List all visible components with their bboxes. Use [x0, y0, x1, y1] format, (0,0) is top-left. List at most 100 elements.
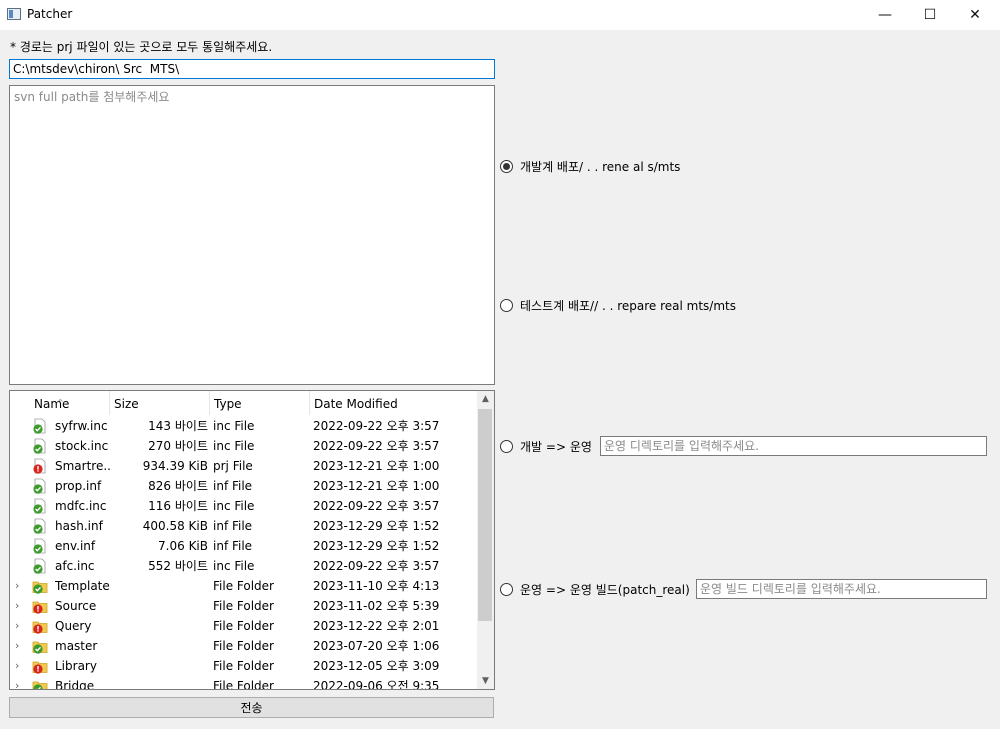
file-size: 116 바이트 [148, 499, 208, 513]
expand-chevron-icon[interactable]: › [15, 576, 25, 596]
file-ok-icon [32, 518, 48, 534]
svn-path-textarea[interactable] [9, 85, 495, 385]
file-row[interactable]: mdfc.inc 116 바이트 inc File 2022-09-22 오후 3:5… [10, 496, 478, 516]
column-size[interactable]: Size [110, 391, 210, 415]
file-date-modified: 2023-11-02 오후 5:39 [313, 599, 440, 613]
dev-to-ops-radio[interactable] [500, 440, 513, 453]
close-icon: ✕ [969, 7, 981, 23]
file-type: inc File [213, 439, 255, 453]
folder-row[interactable]: › master File Folder 2023-07-20 오후 1:06 [10, 636, 478, 656]
file-type: inc File [213, 499, 255, 513]
file-date-modified: 2023-12-22 오후 2:01 [313, 619, 440, 633]
expand-chevron-icon[interactable]: › [15, 616, 25, 636]
file-name: Smartre... [55, 459, 111, 473]
file-row[interactable]: afc.inc 552 바이트 inc File 2022-09-22 오후 3:57 [10, 556, 478, 576]
window-title: Patcher [27, 7, 73, 21]
scroll-up-icon[interactable]: ▲ [477, 391, 494, 407]
file-ok-icon [32, 498, 48, 514]
folder-row[interactable]: › Template File Folder 2023-11-10 오후 4:13 [10, 576, 478, 596]
option-ops-to-build[interactable]: 운영 => 운영 빌드(patch_real) [500, 581, 690, 598]
file-type: inf File [213, 539, 253, 553]
file-row[interactable]: prop.inf 826 바이트 inf File 2023-12-21 오후 1:0… [10, 476, 478, 496]
minimize-icon: — [878, 7, 892, 23]
column-date-modified[interactable]: Date Modified [310, 391, 478, 415]
file-date-modified: 2022-09-22 오후 3:57 [313, 559, 440, 573]
folder-row[interactable]: › Query File Folder 2023-12-22 오후 2:01 [10, 616, 478, 636]
column-type-label: Type [214, 397, 242, 411]
column-type[interactable]: Type [210, 391, 310, 415]
folder-row[interactable]: › Bridge File Folder 2022-09-06 오전 9:35 [10, 676, 478, 690]
prj-path-input[interactable] [9, 59, 495, 79]
expand-chevron-icon[interactable]: › [15, 676, 25, 689]
maximize-button[interactable]: ☐ [907, 0, 953, 30]
folder-ok-icon [32, 578, 48, 594]
file-size: 270 바이트 [148, 439, 208, 453]
column-name-label: Name [34, 397, 70, 411]
expand-chevron-icon[interactable]: › [15, 636, 25, 656]
file-name: Query [55, 619, 92, 633]
file-ok-icon [32, 418, 48, 434]
file-name: Source [55, 599, 97, 613]
ops-to-build-label: 운영 => 운영 빌드(patch_real) [520, 583, 690, 597]
file-type: prj File [213, 459, 253, 473]
file-list[interactable]: ^ Name Size Type Date Modified syfrw.inc… [9, 390, 495, 690]
file-type: File Folder [213, 679, 274, 690]
file-row[interactable]: stock.inc 270 바이트 inc File 2022-09-22 오후 3:… [10, 436, 478, 456]
path-hint: * 경로는 prj 파일이 있는 곳으로 모두 통일해주세요. [10, 40, 273, 54]
file-name: master [55, 639, 98, 653]
dev-deploy-radio[interactable] [500, 160, 513, 173]
ops-directory-input[interactable] [600, 436, 987, 456]
file-date-modified: 2023-12-29 오후 1:52 [313, 539, 440, 553]
column-size-label: Size [114, 397, 139, 411]
test-deploy-radio[interactable] [500, 299, 513, 312]
send-button[interactable]: 전송 [9, 697, 494, 718]
file-date-modified: 2023-12-21 오후 1:00 [313, 479, 440, 493]
file-row[interactable]: Smartre... 934.39 KiB prj File 2023-12-21 오… [10, 456, 478, 476]
option-dev-to-ops[interactable]: 개발 => 운영 [500, 438, 592, 455]
option-test-deploy[interactable]: 테스트계 배포// . . repare real mts/mts [500, 297, 736, 314]
maximize-icon: ☐ [923, 7, 937, 23]
folder-row[interactable]: › Source File Folder 2023-11-02 오후 5:39 [10, 596, 478, 616]
expand-chevron-icon[interactable]: › [15, 596, 25, 616]
file-date-modified: 2022-09-22 오후 3:57 [313, 439, 440, 453]
file-type: inf File [213, 519, 253, 533]
file-size: 400.58 KiB [142, 519, 208, 533]
close-button[interactable]: ✕ [952, 0, 998, 30]
file-name: afc.inc [55, 559, 95, 573]
file-row[interactable]: env.inf 7.06 KiB inf File 2023-12-29 오후 1:5… [10, 536, 478, 556]
file-size: 934.39 KiB [142, 459, 208, 473]
sort-ascending-icon: ^ [57, 398, 64, 407]
file-size: 552 바이트 [148, 559, 208, 573]
scroll-down-icon[interactable]: ▼ [477, 673, 494, 689]
folder-row[interactable]: › Library File Folder 2023-12-05 오후 3:09 [10, 656, 478, 676]
folder-ok-icon [32, 678, 48, 689]
file-date-modified: 2023-07-20 오후 1:06 [313, 639, 440, 653]
file-row[interactable]: hash.inf 400.58 KiB inf File 2023-12-29 오후 … [10, 516, 478, 536]
file-type: inc File [213, 419, 255, 433]
vertical-scrollbar[interactable]: ▲ ▼ [477, 391, 494, 689]
file-size: 826 바이트 [148, 479, 208, 493]
expand-chevron-icon[interactable]: › [15, 656, 25, 676]
ops-to-build-radio[interactable] [500, 583, 513, 596]
file-date-modified: 2023-12-29 오후 1:52 [313, 519, 440, 533]
file-date-modified: 2023-12-21 오후 1:00 [313, 459, 440, 473]
column-date-label: Date Modified [314, 397, 398, 411]
file-date-modified: 2022-09-06 오전 9:35 [313, 679, 440, 690]
file-date-modified: 2022-09-22 오후 3:57 [313, 499, 440, 513]
file-size: 143 바이트 [148, 419, 208, 433]
file-name: prop.inf [55, 479, 102, 493]
file-size: 7.06 KiB [158, 539, 208, 553]
minimize-button[interactable]: — [862, 0, 908, 30]
file-row[interactable]: syfrw.inc 143 바이트 inc File 2022-09-22 오후 3:… [10, 416, 478, 436]
file-name: stock.inc [55, 439, 109, 453]
dev-to-ops-label: 개발 => 운영 [520, 440, 592, 454]
scroll-thumb[interactable] [478, 409, 492, 621]
option-dev-deploy[interactable]: 개발계 배포/ . . rene al s/mts [500, 158, 680, 175]
ops-build-directory-input[interactable] [696, 579, 987, 599]
column-name[interactable]: ^ Name [10, 391, 110, 415]
file-type: File Folder [213, 599, 274, 613]
file-list-header: ^ Name Size Type Date Modified [10, 391, 478, 415]
file-type: File Folder [213, 619, 274, 633]
title-bar: Patcher — ☐ ✕ [0, 0, 1000, 30]
file-ok-icon [32, 538, 48, 554]
